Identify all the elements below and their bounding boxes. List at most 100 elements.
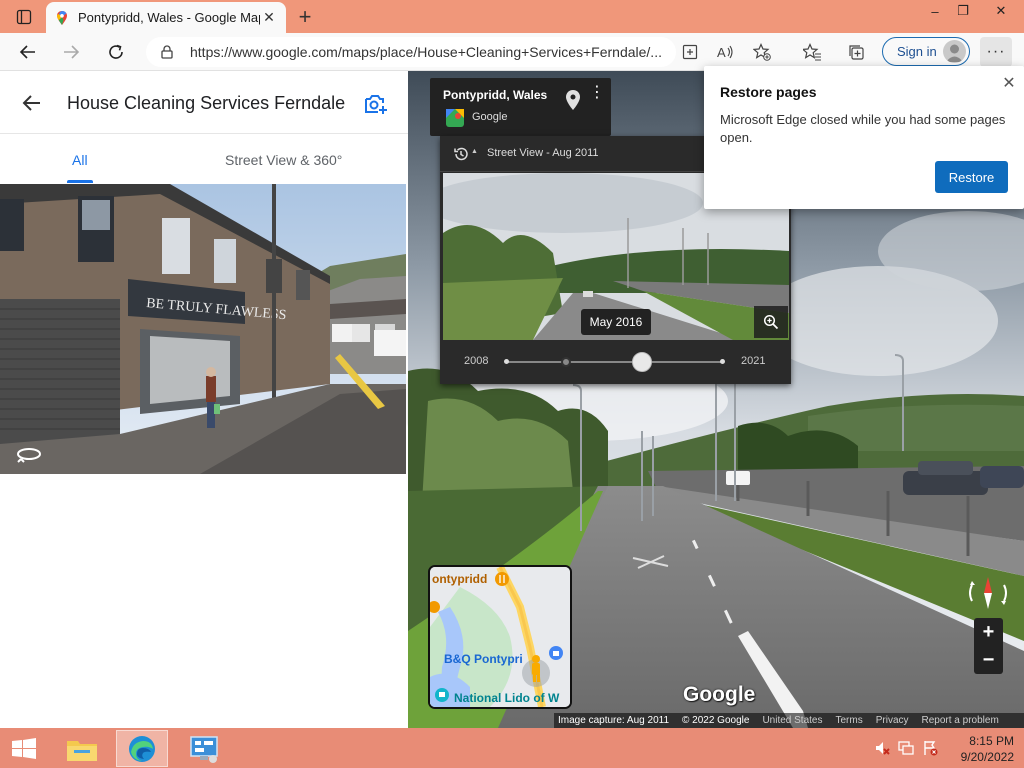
new-tab-button[interactable]: + xyxy=(292,4,318,30)
collections-button[interactable] xyxy=(842,38,870,66)
map-label-town: ontypridd xyxy=(432,572,487,586)
back-arrow-icon[interactable] xyxy=(20,91,44,115)
rotate-360-icon[interactable] xyxy=(14,444,44,464)
network-icon[interactable] xyxy=(898,740,914,756)
active-tab-indicator xyxy=(67,180,93,183)
edge-browser-icon xyxy=(129,735,155,762)
back-arrow-icon xyxy=(19,45,35,59)
place-photos-panel: House Cleaning Services Ferndale All Str… xyxy=(0,71,408,728)
tab-title: Pontypridd, Wales - Google Maps xyxy=(78,10,260,25)
refresh-button[interactable] xyxy=(102,38,130,66)
selected-capture-date: May 2016 xyxy=(581,309,651,335)
caret-up-icon: ▲ xyxy=(471,148,478,155)
address-bar[interactable]: https://www.google.com/maps/place/House+… xyxy=(146,37,676,67)
street-view-thumbnail[interactable]: BE TRULY FLAWLESS xyxy=(0,184,406,474)
lock-icon xyxy=(161,45,173,59)
zoom-controls: + − xyxy=(974,618,1003,674)
zoom-in-button[interactable]: + xyxy=(974,618,1003,646)
taskbar-edge[interactable] xyxy=(116,730,168,767)
restore-dialog-title: Restore pages xyxy=(720,84,817,100)
shopfront-photo: BE TRULY FLAWLESS xyxy=(0,184,406,474)
volume-muted-icon[interactable] xyxy=(874,740,890,756)
sign-in-button[interactable]: Sign in xyxy=(882,37,970,66)
location-name: Pontypridd, Wales xyxy=(443,88,548,102)
slider-handle[interactable] xyxy=(632,352,653,372)
zoom-in-magnifier-icon xyxy=(763,314,779,330)
history-icon xyxy=(454,147,468,161)
restore-pages-dialog: Restore pages ✕ Microsoft Edge closed wh… xyxy=(704,66,1024,209)
settings-more-button[interactable]: ··· xyxy=(980,37,1012,67)
read-aloud-button[interactable]: A xyxy=(712,38,740,66)
footer-link-terms[interactable]: Terms xyxy=(835,715,862,726)
tab-street-view-360[interactable]: Street View & 360° xyxy=(225,152,342,168)
file-explorer-icon xyxy=(67,740,97,761)
forward-arrow-icon xyxy=(64,45,80,59)
refresh-icon xyxy=(109,44,123,59)
read-aloud-icon: A xyxy=(717,45,733,60)
system-clock[interactable]: 8:15 PM 9/20/2022 xyxy=(944,733,1014,765)
copyright-text: © 2022 Google xyxy=(682,715,750,726)
add-favorite-button[interactable] xyxy=(748,38,776,66)
year-slider[interactable]: 2008 2021 xyxy=(440,342,791,384)
provider-label: Google xyxy=(472,111,508,123)
location-info-card: Pontypridd, Wales Google ⋮ xyxy=(430,78,611,136)
restore-window-button[interactable]: ❐ xyxy=(946,0,980,22)
restore-button[interactable]: Restore xyxy=(935,161,1008,193)
tab-actions-menu-button[interactable] xyxy=(8,6,40,28)
map-pin-icon[interactable] xyxy=(566,90,580,110)
tab-close-icon[interactable]: ✕ xyxy=(260,9,278,27)
map-footer: Image capture: Aug 2011 © 2022 Google Un… xyxy=(554,713,1024,728)
forward-button[interactable] xyxy=(57,38,85,66)
photo-category-tabs: All Street View & 360° xyxy=(0,135,408,183)
slider-tick-end xyxy=(720,359,725,364)
footer-link-privacy[interactable]: Privacy xyxy=(876,715,909,726)
browser-tab[interactable]: Pontypridd, Wales - Google Maps ✕ xyxy=(46,2,286,33)
image-capture-date: Image capture: Aug 2011 xyxy=(558,715,670,726)
sign-in-label: Sign in xyxy=(897,44,937,59)
footer-link-report[interactable]: Report a problem xyxy=(922,715,999,726)
close-window-button[interactable]: ✕ xyxy=(984,0,1018,22)
google-maps-logo-icon xyxy=(446,109,464,127)
star-add-icon xyxy=(753,43,771,61)
add-photo-icon[interactable] xyxy=(363,91,389,117)
favorites-icon xyxy=(803,43,821,61)
compass-icon[interactable] xyxy=(966,571,1010,615)
footer-link-region[interactable]: United States xyxy=(762,715,822,726)
windows-start-icon[interactable] xyxy=(10,738,38,760)
app-available-button[interactable] xyxy=(676,38,704,66)
time-travel-current-date: Street View - Aug 2011 xyxy=(487,147,599,159)
google-maps-favicon-icon xyxy=(57,10,67,25)
map-label-lido: National Lido of W xyxy=(454,691,560,705)
place-title: House Cleaning Services Ferndale xyxy=(67,93,346,113)
slider-track[interactable] xyxy=(506,361,722,363)
map-label-store: B&Q Pontypri xyxy=(444,652,523,666)
more-options-icon[interactable]: ⋮ xyxy=(589,85,605,110)
clock-date: 9/20/2022 xyxy=(960,750,1014,764)
slider-tick-start xyxy=(504,359,509,364)
restore-dialog-message: Microsoft Edge closed while you had some… xyxy=(720,112,1006,145)
zoom-out-button[interactable]: − xyxy=(974,646,1003,674)
app-available-icon xyxy=(682,44,698,60)
mini-map-canvas: ontypridd B&Q Pontypri National Lido of … xyxy=(430,567,570,707)
title-bar: Pontypridd, Wales - Google Maps ✕ + – ❐ … xyxy=(0,0,1024,33)
windows-taskbar: 8:15 PM 9/20/2022 xyxy=(0,728,1024,768)
favorites-button[interactable] xyxy=(798,38,826,66)
tab-actions-icon xyxy=(16,9,32,25)
svg-text:A: A xyxy=(717,45,726,60)
panel-header: House Cleaning Services Ferndale xyxy=(0,71,408,134)
clock-time: 8:15 PM xyxy=(969,734,1014,748)
url-text: https://www.google.com/maps/place/House+… xyxy=(190,44,662,60)
back-button[interactable] xyxy=(14,38,42,66)
expand-preview-button[interactable] xyxy=(754,306,788,338)
action-center-flag-icon[interactable] xyxy=(922,740,938,756)
slider-start-year: 2008 xyxy=(464,355,489,367)
google-watermark: Google xyxy=(683,683,756,706)
control-panel-icon xyxy=(190,735,218,763)
close-icon[interactable]: ✕ xyxy=(1000,74,1018,92)
tab-all[interactable]: All xyxy=(72,152,88,168)
slider-end-year: 2021 xyxy=(741,355,766,367)
mini-map[interactable]: ontypridd B&Q Pontypri National Lido of … xyxy=(428,565,572,709)
taskbar-control-panel[interactable] xyxy=(178,730,230,767)
slider-tick-current[interactable] xyxy=(561,357,571,367)
taskbar-file-explorer[interactable] xyxy=(56,730,108,767)
